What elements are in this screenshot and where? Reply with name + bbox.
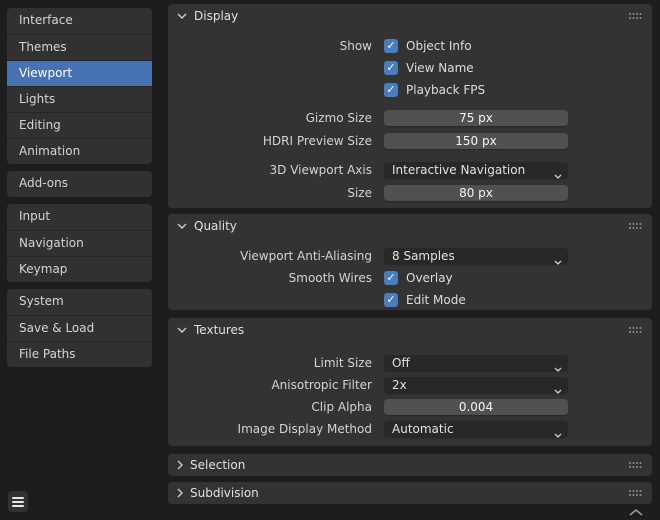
anti-aliasing-dropdown[interactable]: 8 Samples (384, 248, 568, 264)
hamburger-menu-icon[interactable] (8, 491, 28, 512)
dropdown-value: 2x (392, 378, 407, 392)
checkbox-label: Object Info (406, 39, 472, 53)
sidebar-item-animation[interactable]: Animation (7, 138, 152, 164)
smooth-wires-label: Smooth Wires (168, 271, 372, 285)
sidebar-item-navigation[interactable]: Navigation (7, 230, 152, 256)
gizmo-size-label: Gizmo Size (168, 110, 372, 126)
show-label: Show (168, 39, 372, 53)
checkbox-label: Edit Mode (406, 293, 466, 307)
sidebar-item-viewport[interactable]: Viewport (7, 60, 152, 86)
sidebar-item-system[interactable]: System (7, 289, 152, 315)
checkbox-label: View Name (406, 61, 474, 75)
chevron-right-icon (177, 488, 183, 498)
chevron-up-icon[interactable] (628, 506, 644, 520)
anisotropic-filter-label: Anisotropic Filter (168, 377, 372, 393)
checkmark-icon: ✓ (386, 271, 395, 284)
checkbox-label: Overlay (406, 271, 453, 285)
checkbox-object-info[interactable]: ✓ (384, 39, 398, 53)
chevron-down-icon (554, 426, 562, 442)
sidebar-group-addons: Add-ons (7, 171, 152, 197)
sidebar-item-keymap[interactable]: Keymap (7, 256, 152, 282)
chevron-down-icon (177, 223, 187, 229)
sidebar-item-input[interactable]: Input (7, 204, 152, 230)
checkbox-overlay[interactable]: ✓ (384, 271, 398, 285)
panel-title: Subdivision (190, 486, 259, 500)
dropdown-value: Automatic (392, 422, 454, 436)
panel-title: Textures (194, 323, 244, 337)
checkmark-icon: ✓ (386, 61, 395, 74)
sidebar-item-editing[interactable]: Editing (7, 112, 152, 138)
chevron-right-icon (177, 460, 183, 470)
chevron-down-icon (554, 382, 562, 398)
panel-quality-header[interactable]: Quality (168, 214, 652, 238)
sidebar-group-system: System Save & Load File Paths (7, 289, 152, 367)
drag-handle-icon[interactable] (629, 327, 643, 333)
checkbox-label: Playback FPS (406, 83, 485, 97)
viewport-axis-dropdown[interactable]: Interactive Navigation (384, 162, 568, 178)
gizmo-size-field[interactable]: 75 px (384, 110, 568, 126)
sidebar-item-themes[interactable]: Themes (7, 34, 152, 60)
panel-title: Display (194, 9, 238, 23)
panel-display: Display Show ✓ Object Info ✓ View Name ✓… (168, 4, 652, 208)
drag-handle-icon[interactable] (629, 462, 643, 468)
checkbox-view-name[interactable]: ✓ (384, 61, 398, 75)
viewport-axis-label: 3D Viewport Axis (168, 162, 372, 178)
chevron-down-icon (554, 253, 562, 269)
sidebar-group-input: Input Navigation Keymap (7, 204, 152, 282)
hdri-preview-size-field[interactable]: 150 px (384, 133, 568, 149)
panel-subdivision: Subdivision (168, 482, 652, 504)
panel-title: Selection (190, 458, 245, 472)
anisotropic-filter-dropdown[interactable]: 2x (384, 377, 568, 393)
chevron-down-icon (177, 327, 187, 333)
hdri-preview-size-label: HDRI Preview Size (168, 133, 372, 149)
sidebar-item-addons[interactable]: Add-ons (7, 171, 152, 197)
limit-size-dropdown[interactable]: Off (384, 355, 568, 371)
sidebar-item-interface[interactable]: Interface (7, 8, 152, 34)
clip-alpha-label: Clip Alpha (168, 399, 372, 415)
dropdown-value: Off (392, 356, 410, 370)
panel-textures-header[interactable]: Textures (168, 318, 652, 342)
panel-subdivision-header[interactable]: Subdivision (168, 482, 652, 504)
sidebar-item-save-load[interactable]: Save & Load (7, 315, 152, 341)
panel-title: Quality (194, 219, 237, 233)
limit-size-label: Limit Size (168, 355, 372, 371)
sidebar-group-main: Interface Themes Viewport Lights Editing… (7, 8, 152, 164)
axis-size-field[interactable]: 80 px (384, 185, 568, 201)
chevron-down-icon (554, 360, 562, 376)
sidebar-item-file-paths[interactable]: File Paths (7, 341, 152, 367)
panel-selection-header[interactable]: Selection (168, 454, 652, 476)
panel-textures: Textures Limit Size Off Anisotropic Filt… (168, 318, 652, 446)
checkmark-icon: ✓ (386, 83, 395, 96)
drag-handle-icon[interactable] (629, 13, 643, 19)
panel-display-header[interactable]: Display (168, 4, 652, 28)
sidebar-item-lights[interactable]: Lights (7, 86, 152, 112)
anti-aliasing-label: Viewport Anti-Aliasing (168, 248, 372, 264)
drag-handle-icon[interactable] (629, 223, 643, 229)
dropdown-value: 8 Samples (392, 249, 455, 263)
checkmark-icon: ✓ (386, 39, 395, 52)
clip-alpha-field[interactable]: 0.004 (384, 399, 568, 415)
image-display-method-dropdown[interactable]: Automatic (384, 421, 568, 437)
image-display-method-label: Image Display Method (168, 421, 372, 437)
chevron-down-icon (554, 167, 562, 183)
panel-selection: Selection (168, 454, 652, 476)
dropdown-value: Interactive Navigation (392, 163, 525, 177)
checkbox-edit-mode[interactable]: ✓ (384, 293, 398, 307)
drag-handle-icon[interactable] (629, 490, 643, 496)
panel-quality: Quality Viewport Anti-Aliasing 8 Samples… (168, 214, 652, 310)
chevron-down-icon (177, 13, 187, 19)
checkmark-icon: ✓ (386, 293, 395, 306)
checkbox-playback-fps[interactable]: ✓ (384, 83, 398, 97)
axis-size-label: Size (168, 185, 372, 201)
